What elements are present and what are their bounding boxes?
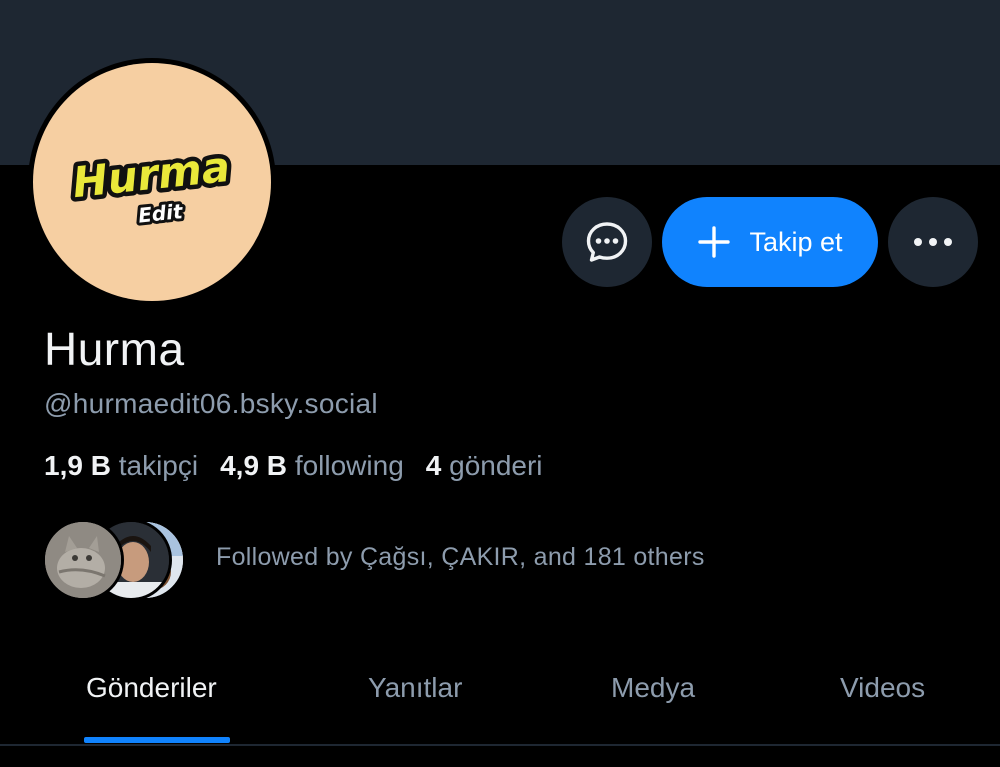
hurma-edit-logo: Hurma Edit: [66, 137, 237, 230]
message-bubble-icon: [586, 222, 628, 262]
follow-button[interactable]: Takip et: [662, 197, 878, 287]
posts-label: gönderi: [449, 450, 543, 481]
following-stat[interactable]: 4,9 B following: [220, 450, 404, 482]
active-tab-indicator: [84, 737, 230, 743]
more-options-button[interactable]: [888, 197, 978, 287]
posts-count: 4: [425, 450, 442, 481]
follow-button-label: Takip et: [749, 226, 843, 257]
followers-count: 1,9 B: [44, 450, 111, 481]
follower-avatar: [42, 519, 124, 601]
followed-by-text: Followed by Çağsı, ÇAKIR, and 181 others: [216, 543, 705, 571]
profile-display-name: Hurma: [44, 323, 185, 375]
followers-label: takipçi: [118, 450, 199, 481]
message-button[interactable]: [562, 197, 652, 287]
followed-by-row[interactable]: Followed by Çağsı, ÇAKIR, and 181 others: [42, 519, 742, 601]
tabs-divider: [0, 744, 1000, 746]
plus-icon: [698, 226, 731, 258]
profile-page: Hurma Edit Takip et Hurma @hurmaedit06.b…: [0, 0, 1000, 767]
profile-tabs: Gönderiler Yanıtlar Medya Videos: [0, 640, 1000, 745]
ellipsis-icon: [914, 238, 952, 246]
avatar-image: Hurma Edit: [33, 63, 271, 301]
svg-text:Edit: Edit: [137, 199, 185, 228]
following-label: following: [294, 450, 404, 481]
tab-posts[interactable]: Gönderiler: [86, 672, 217, 704]
tab-replies[interactable]: Yanıtlar: [368, 672, 462, 704]
profile-avatar[interactable]: Hurma Edit: [28, 58, 276, 306]
profile-handle: @hurmaedit06.bsky.social: [44, 388, 378, 419]
tab-media[interactable]: Medya: [611, 672, 695, 704]
posts-stat: 4 gönderi: [426, 450, 543, 482]
following-count: 4,9 B: [220, 450, 288, 481]
svg-text:Hurma: Hurma: [70, 142, 232, 207]
tab-videos[interactable]: Videos: [840, 672, 925, 704]
profile-stats: 1,9 B takipçi 4,9 B following 4 gönderi: [44, 450, 543, 482]
followers-stat[interactable]: 1,9 B takipçi: [44, 450, 198, 482]
